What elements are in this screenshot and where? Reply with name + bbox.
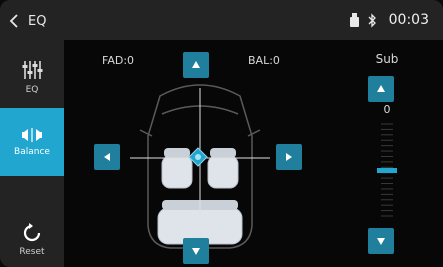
eq-screen: EQ 00:03 EQ Balance Reset FAD:0 BAL:0 Su…	[0, 0, 443, 267]
chevron-left-icon	[9, 14, 18, 28]
reset-icon	[23, 222, 41, 241]
arrow-right-icon	[286, 153, 292, 161]
sub-level-slider[interactable]	[372, 120, 402, 220]
balance-position-handle[interactable]	[188, 147, 208, 167]
sidebar-item-label: EQ	[25, 85, 39, 95]
balance-left-button[interactable]	[94, 144, 120, 170]
sidebar-item-label: Reset	[19, 246, 45, 257]
arrow-up-icon	[377, 85, 385, 92]
sub-slider-thumb[interactable]	[377, 168, 397, 173]
sidebar-item-label: Balance	[14, 147, 50, 157]
sidebar: EQ Balance Reset	[0, 40, 64, 267]
balance-value: BAL:0	[248, 54, 280, 67]
usb-drive-icon	[349, 13, 359, 27]
fader-front-button[interactable]	[183, 52, 209, 78]
speaker-balance-icon	[22, 128, 42, 142]
sub-up-button[interactable]	[368, 76, 394, 102]
page-title: EQ	[28, 13, 47, 29]
fader-value: FAD:0	[102, 54, 135, 67]
balance-panel: FAD:0 BAL:0 Sub 0	[64, 40, 443, 267]
arrow-down-icon	[377, 238, 385, 245]
sub-label: Sub	[375, 52, 399, 66]
clock: 00:03	[388, 12, 429, 28]
sub-value: 0	[383, 103, 391, 116]
balance-right-button[interactable]	[276, 144, 302, 170]
top-bar: EQ 00:03	[0, 0, 443, 40]
arrow-down-icon	[192, 248, 200, 255]
sidebar-item-balance[interactable]: Balance	[0, 108, 64, 176]
sub-down-button[interactable]	[368, 228, 394, 254]
arrow-left-icon	[104, 153, 110, 161]
fader-rear-button[interactable]	[183, 238, 209, 264]
status-area: 00:03	[349, 10, 429, 30]
sidebar-item-eq[interactable]: EQ	[0, 46, 64, 108]
sidebar-item-reset[interactable]: Reset	[0, 212, 64, 267]
arrow-up-icon	[192, 61, 200, 68]
sliders-icon	[22, 61, 43, 79]
bluetooth-icon	[368, 12, 376, 28]
back-button[interactable]: EQ	[8, 10, 68, 32]
